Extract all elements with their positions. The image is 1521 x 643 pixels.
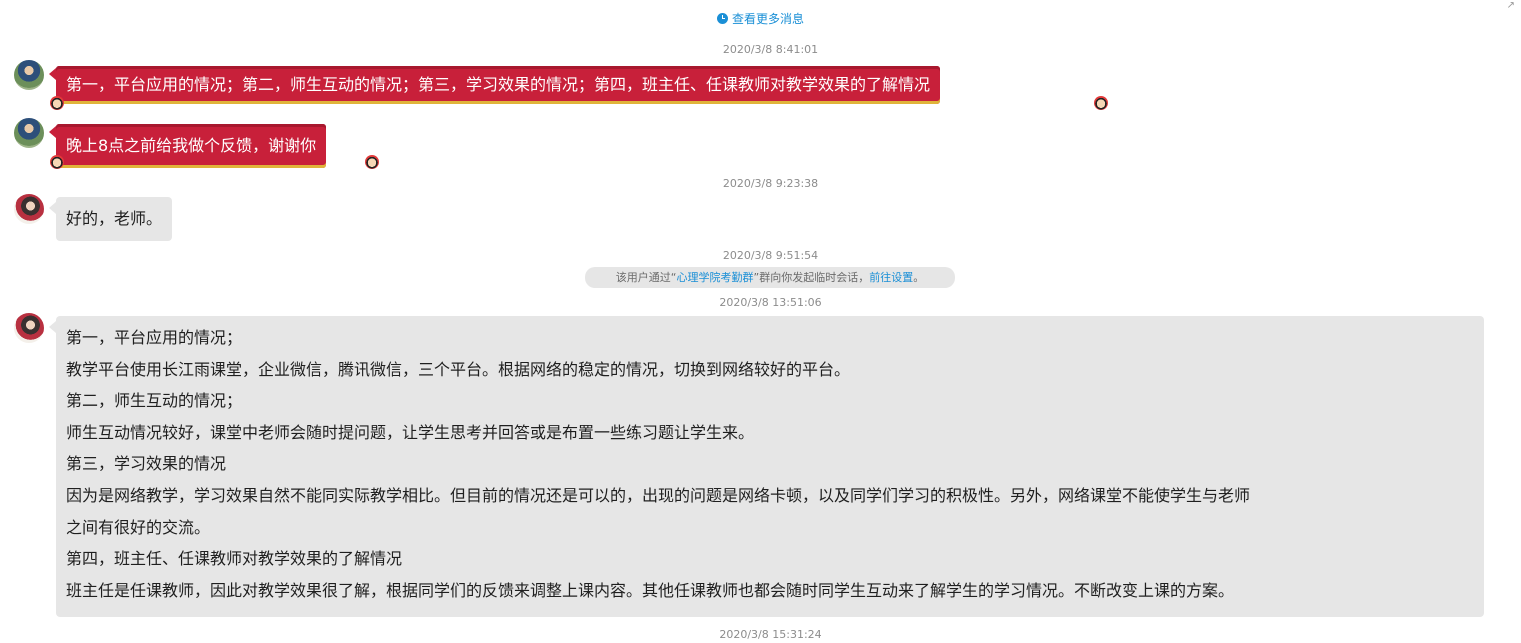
bubble-tail [49, 126, 56, 138]
system-notice: 该用户通过“心理学院考勤群”群向你发起临时会话，前往设置。 [585, 267, 955, 288]
bubble-tail [49, 68, 56, 80]
avatar[interactable] [14, 194, 44, 224]
message-bubble[interactable]: 晚上8点之前给我做个反馈，谢谢你 [56, 124, 327, 168]
message-line: 因为是网络教学，学习效果自然不能同实际教学相比。但目前的情况还是可以的，出现的问… [66, 485, 1251, 505]
avatar[interactable] [14, 60, 44, 90]
group-name-link[interactable]: 心理学院考勤群 [677, 271, 754, 284]
message-line: 第三，学习效果的情况 [66, 454, 227, 474]
view-more-messages-link[interactable]: 查看更多消息 [0, 10, 1521, 27]
notice-middle: ”群向你发起临时会话， [753, 271, 870, 284]
bubble-decoration-icon [50, 155, 64, 169]
message-bubble[interactable]: 第一，平台应用的情况； 教学平台使用长江雨课堂，企业微信，腾讯微信，三个平台。根… [56, 316, 1484, 617]
message-line: 第一，平台应用的情况； [66, 328, 243, 347]
timestamp: 2020/3/8 9:51:54 [722, 249, 819, 262]
message-line: 师生互动情况较好，课堂中老师会随时提问题，让学生思考并回答或是布置一些练习题让学… [66, 422, 755, 442]
bubble-decoration-icon [365, 155, 379, 169]
bubble-tail [49, 202, 56, 214]
message-line: 第二，师生互动的情况； [66, 391, 243, 411]
timestamp: 2020/3/8 8:41:01 [722, 43, 819, 56]
message-text: 第一，平台应用的情况；第二，师生互动的情况；第三，学习效果的情况；第四，班主任、… [66, 75, 931, 94]
avatar[interactable] [14, 118, 44, 148]
timestamp: 2020/3/8 13:51:06 [719, 296, 822, 309]
notice-prefix: 该用户通过“ [615, 271, 677, 284]
message-text: 好的，老师。 [66, 209, 163, 228]
message-bubble[interactable]: 第一，平台应用的情况；第二，师生互动的情况；第三，学习效果的情况；第四，班主任、… [56, 66, 941, 104]
avatar[interactable] [14, 313, 44, 343]
bubble-decoration-icon [50, 96, 64, 110]
message-text: 晚上8点之前给我做个反馈，谢谢你 [66, 136, 317, 155]
view-more-label: 查看更多消息 [731, 12, 804, 26]
timestamp: 2020/3/8 9:23:38 [722, 177, 819, 190]
go-to-settings-link[interactable]: 前往设置 [869, 271, 913, 284]
message-line: 之间有很好的交流。 [66, 517, 211, 537]
notice-suffix: 。 [913, 271, 925, 284]
clock-icon [716, 13, 728, 24]
message-bubble[interactable]: 好的，老师。 [56, 197, 173, 241]
message-line: 第四，班主任、任课教师对教学效果的了解情况 [66, 549, 403, 569]
message-line: 班主任是任课教师，因此对教学效果很了解，根据同学们的反馈来调整上课内容。其他任课… [66, 580, 1235, 600]
message-line: 教学平台使用长江雨课堂，企业微信，腾讯微信，三个平台。根据网络的稳定的情况，切换… [66, 359, 851, 379]
timestamp: 2020/3/8 15:31:24 [719, 628, 822, 641]
bubble-decoration-icon [1094, 96, 1108, 110]
bubble-tail [49, 321, 56, 333]
